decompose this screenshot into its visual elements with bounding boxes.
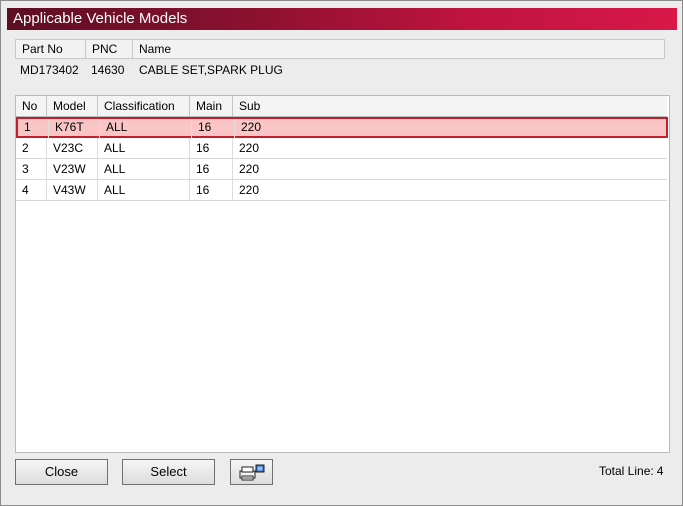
table-row[interactable]: 3 V23W ALL 16 220 [16,159,667,180]
column-header-model[interactable]: Model [47,96,98,116]
cell-main: 16 [190,138,233,158]
cell-sub: 220 [239,162,260,176]
total-line-value: 4 [656,464,664,478]
cell-main: 16 [192,119,235,139]
print-button[interactable] [230,459,273,485]
cell-no: 3 [16,159,47,179]
cell-model: V43W [47,180,98,200]
cell-no: 4 [16,180,47,200]
column-header-main[interactable]: Main [190,96,233,116]
cell-classification: ALL [98,180,190,200]
close-button[interactable]: Close [15,459,108,485]
vehicle-models-grid: No Model Classification Main Sub 1 K76T … [15,95,670,453]
cell-no: 1 [18,119,49,139]
window-title: Applicable Vehicle Models [13,10,188,27]
name-header: Name [139,42,172,56]
cell-no: 2 [16,138,47,158]
table-row[interactable]: 4 V43W ALL 16 220 [16,180,667,201]
cell-sub: 220 [239,141,260,155]
column-header-classification[interactable]: Classification [98,96,190,116]
printer-icon [239,464,265,481]
part-no-value: MD173402 [20,63,79,77]
grid-header: No Model Classification Main Sub [16,96,667,117]
cell-sub: 220 [241,120,262,134]
part-info-panel: Part No PNC Name MD173402 14630 CABLE SE… [15,39,670,91]
cell-model: K76T [49,119,100,139]
cell-classification: ALL [100,119,192,139]
total-line-indicator: Total Line: 4 [599,464,663,478]
table-row[interactable]: 2 V23C ALL 16 220 [16,138,667,159]
cell-classification: ALL [98,138,190,158]
table-row-selected[interactable]: 1 K76T ALL 16 220 [16,117,668,139]
cell-model: V23C [47,138,98,158]
applicable-vehicle-models-window: Applicable Vehicle Models Part No PNC Na… [0,0,683,506]
cell-model: V23W [47,159,98,179]
cell-classification: ALL [98,159,190,179]
cell-main: 16 [190,180,233,200]
total-line-label: Total Line: [599,464,654,478]
title-bar[interactable]: Applicable Vehicle Models [7,8,677,30]
part-no-header: Part No [16,40,86,58]
column-header-no[interactable]: No [16,96,47,116]
pnc-value: 14630 [91,63,125,77]
cell-sub: 220 [239,183,260,197]
select-button[interactable]: Select [122,459,215,485]
part-name-value: CABLE SET,SPARK PLUG [139,63,283,77]
cell-main: 16 [190,159,233,179]
column-header-sub[interactable]: Sub [233,96,665,116]
part-info-header: Part No PNC Name [15,39,665,59]
pnc-header: PNC [86,40,133,58]
